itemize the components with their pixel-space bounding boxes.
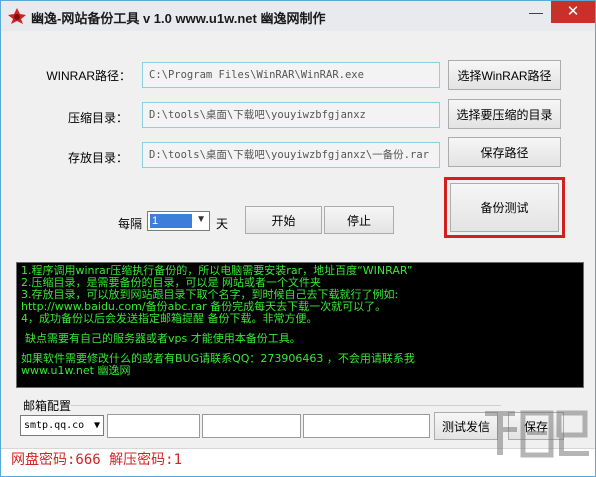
email-password-field[interactable] <box>202 414 301 438</box>
smtp-select[interactable]: smtp.qq.co ▼ <box>20 415 104 436</box>
app-window: 幽逸-网站备份工具 v 1.0 www.u1w.net 幽逸网制作 — ✕ WI… <box>0 0 596 477</box>
email-group-divider <box>71 405 501 406</box>
chevron-down-icon: ▼ <box>93 420 100 431</box>
winrar-path-field[interactable]: C:\Program Files\WinRAR\WinRAR.exe <box>142 62 440 88</box>
save-path-button[interactable]: 保存路径 <box>448 137 561 167</box>
minimize-button[interactable]: — <box>523 1 549 23</box>
chevron-down-icon: ▼ <box>196 214 206 225</box>
log-line: www.u1w.net 幽逸网 <box>21 364 131 377</box>
log-line: 4，成功备份以后会发送指定邮箱提醒 备份下载。非常方便。 <box>21 312 318 325</box>
highlight-box <box>444 177 565 238</box>
source-dir-field[interactable]: D:\tools\桌面\下载吧\youyiwzbfgjanxz <box>142 102 440 128</box>
target-dir-label: 存放目录： <box>67 151 128 165</box>
instructions-log: 1.程序调用winrar压缩执行备份的，所以电脑需要安装rar，地址百度“WIN… <box>16 262 584 388</box>
start-button[interactable]: 开始 <box>245 206 322 234</box>
select-source-button[interactable]: 选择要压缩的目录 <box>448 99 561 129</box>
title-bar[interactable]: 幽逸-网站备份工具 v 1.0 www.u1w.net 幽逸网制作 — ✕ <box>1 1 595 31</box>
source-dir-label: 压缩目录： <box>67 111 128 125</box>
email-account-field[interactable] <box>107 414 200 438</box>
stop-button[interactable]: 停止 <box>324 206 394 234</box>
app-logo-icon <box>8 8 26 24</box>
status-text: 网盘密码:666 解压密码:1 <box>11 452 183 468</box>
interval-select[interactable]: 1 ▼ <box>147 211 210 231</box>
smtp-value: smtp.qq.co <box>24 420 85 431</box>
every-label: 每隔 <box>118 217 143 231</box>
close-button[interactable]: ✕ <box>551 1 595 23</box>
watermark-logo <box>485 410 589 458</box>
email-config-label: 邮箱配置 <box>23 399 72 413</box>
window-title: 幽逸-网站备份工具 v 1.0 www.u1w.net 幽逸网制作 <box>31 11 326 26</box>
day-unit-label: 天 <box>216 217 229 231</box>
winrar-path-label: WINRAR路径： <box>46 69 131 83</box>
select-winrar-button[interactable]: 选择WinRAR路径 <box>448 60 561 90</box>
target-dir-field[interactable]: D:\tools\桌面\下载吧\youyiwzbfgjanxz\一备份.rar <box>142 142 440 168</box>
email-recipient-field[interactable] <box>303 414 430 438</box>
interval-value: 1 <box>150 214 192 228</box>
log-line: 缺点需要有自己的服务器或者vps 才能使用本备份工具。 <box>25 332 301 345</box>
